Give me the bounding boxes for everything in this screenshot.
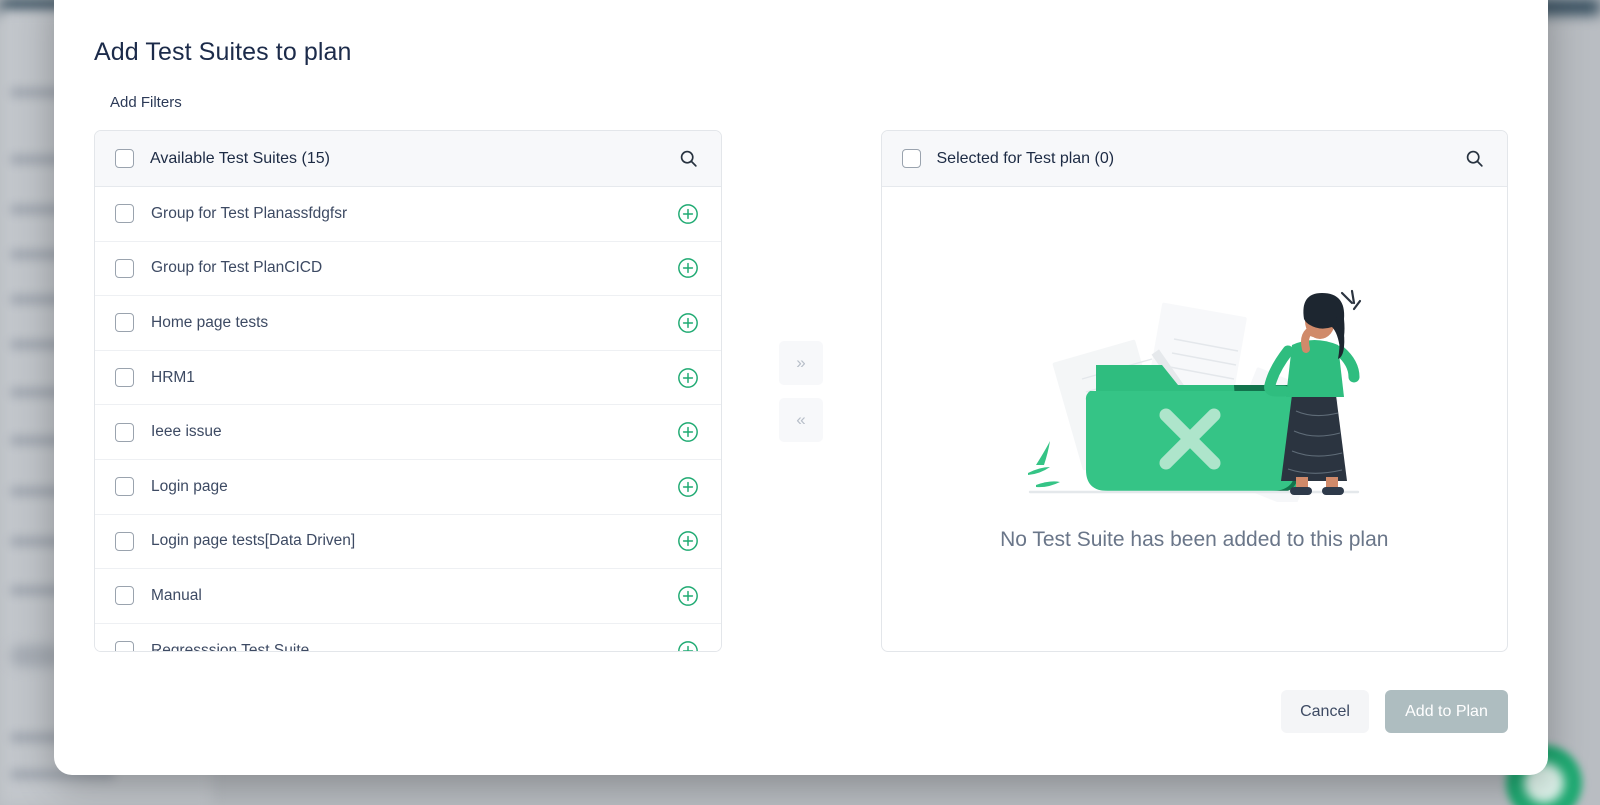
list-item[interactable]: Ieee issue [95,405,721,460]
test-suite-label: Login page [151,477,228,495]
test-suite-label: HRM1 [151,368,195,386]
plus-circle-icon [677,313,698,333]
available-test-suites-panel: Available Test Suites (15) Group for Tes… [94,130,722,652]
test-suite-checkbox[interactable] [115,531,134,551]
list-item[interactable]: Manual [95,569,721,624]
list-item[interactable]: Login page tests[Data Driven] [95,514,721,570]
selected-search-button[interactable] [1464,148,1485,169]
test-suite-label: Group for Test Planassfdgfsr [151,204,348,222]
plus-circle-icon [677,640,698,651]
add-test-suites-dialog: Add Test Suites to plan Add Filters Avai… [54,0,1548,775]
move-right-button[interactable]: » [779,340,823,385]
add-test-suite-button[interactable] [677,421,699,443]
test-suite-label: Regresssion Test Suite [151,641,310,651]
empty-state-message: No Test Suite has been added to this pla… [1000,527,1389,551]
list-item[interactable]: Group for Test PlanCICD [95,241,721,297]
test-suite-checkbox[interactable] [115,368,134,388]
transfer-controls: » « [722,130,881,652]
selected-panel-empty-state: No Test Suite has been added to this pla… [882,187,1508,651]
plus-circle-icon [677,258,698,279]
add-test-suite-button[interactable] [677,585,699,607]
test-suite-label: Ieee issue [151,423,222,441]
selected-select-all-checkbox[interactable] [901,149,921,168]
list-item[interactable]: Group for Test Planassfdgfsr [95,187,721,242]
add-test-suite-button[interactable] [677,203,699,225]
available-select-all-checkbox[interactable] [115,149,134,168]
transfer-panels: Available Test Suites (15) Group for Tes… [94,130,1509,652]
empty-folder-illustration [1028,289,1362,502]
test-suite-checkbox[interactable] [115,313,134,333]
test-suite-label: Manual [151,586,202,604]
plus-circle-icon [677,203,698,224]
add-test-suite-button[interactable] [677,476,699,498]
selected-panel-title: Selected for Test plan (0) [936,149,1115,167]
test-suite-checkbox[interactable] [115,204,134,224]
list-item[interactable]: HRM1 [95,350,721,406]
test-suite-label: Login page tests[Data Driven] [151,532,356,550]
plus-circle-icon [677,586,698,606]
selected-test-suites-panel: Selected for Test plan (0) No Test Suite… [880,130,1509,652]
move-left-button[interactable]: « [779,397,823,442]
plus-circle-icon [677,476,698,497]
add-test-suite-button[interactable] [677,312,699,334]
plus-circle-icon [677,367,698,388]
available-test-suites-list[interactable]: Group for Test Planassfdgfsr Group for Te… [95,187,721,651]
test-suite-checkbox[interactable] [115,641,134,651]
test-suite-checkbox[interactable] [115,586,134,606]
dialog-footer: Cancel Add to Plan [1281,690,1508,733]
test-suite-label: Group for Test PlanCICD [151,259,323,277]
search-icon [1466,150,1483,167]
list-item[interactable]: Home page tests [95,296,721,351]
test-suite-checkbox[interactable] [115,258,134,278]
add-test-suite-button[interactable] [677,367,699,389]
test-suite-checkbox[interactable] [115,477,134,497]
list-item[interactable]: Regresssion Test Suite [95,623,721,651]
add-test-suite-button[interactable] [677,530,699,552]
plus-circle-icon [677,531,698,552]
search-icon [680,150,697,167]
available-panel-title: Available Test Suites (15) [150,149,330,167]
plus-circle-icon [677,422,698,443]
test-suite-checkbox[interactable] [115,422,134,442]
add-test-suite-button[interactable] [677,257,699,279]
add-filters-button[interactable]: Add Filters [110,94,182,111]
list-item[interactable]: Login page [95,459,721,515]
add-to-plan-button[interactable]: Add to Plan [1385,690,1508,733]
available-search-button[interactable] [678,148,699,169]
test-suite-label: Home page tests [151,313,269,331]
available-panel-header: Available Test Suites (15) [95,131,721,187]
cancel-button[interactable]: Cancel [1281,690,1369,733]
dialog-title: Add Test Suites to plan [94,38,352,66]
selected-panel-header: Selected for Test plan (0) [881,131,1508,187]
add-test-suite-button[interactable] [677,640,699,651]
